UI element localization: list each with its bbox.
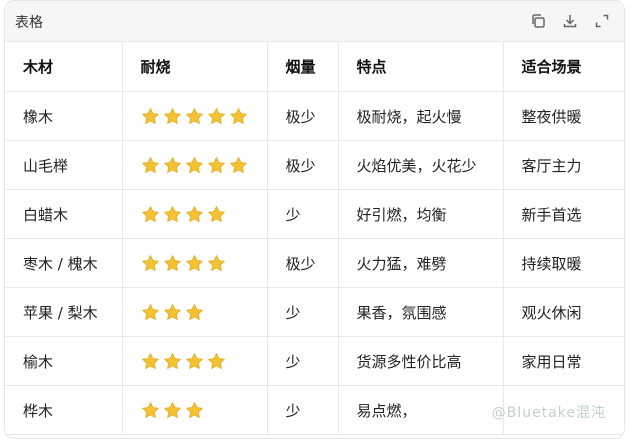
star-rating [141,156,248,175]
star-icon [185,107,204,126]
cell-scene: 新手首选 [503,189,624,239]
cell-wood: 白蜡木 [5,189,123,239]
star-icon [163,205,182,224]
star-icon [185,205,204,224]
table-title: 表格 [15,15,43,31]
cell-scene: 客厅主力 [503,140,624,190]
table-row: 白蜡木 少好引燃，均衡 新手首选 [5,189,624,239]
cell-smoke: 极少 [267,140,339,190]
cell-scene: 持续取暖 [503,238,624,288]
star-icon [163,352,182,371]
table-row: 山毛榉 极少 火焰优美，火花少 客厅主力 [5,140,624,190]
cell-feature: 火力猛，难劈 [338,238,504,288]
cell-feature: 好引燃，均衡 [338,189,504,239]
star-icon [229,107,248,126]
cell-wood: 桦木 [5,385,123,435]
star-rating [141,352,226,371]
star-rating [141,205,226,224]
cell-feature: 易点燃， [338,385,504,435]
star-rating [141,303,204,322]
star-rating [141,254,226,273]
cell-feature: 果香，氛围感 [338,287,504,337]
cell-wood: 苹果 / 梨木 [5,287,123,337]
star-icon [207,254,226,273]
star-rating [141,107,248,126]
star-icon [163,156,182,175]
star-icon [207,205,226,224]
cell-smoke: 极少 [267,91,339,141]
star-icon [185,156,204,175]
star-icon [163,401,182,420]
star-icon [229,156,248,175]
cell-smoke: 极少 [267,238,339,288]
column-header-wood: 木材 [5,42,123,92]
table-row: 橡木 极少 极耐烧，起火慢 整夜供暖 [5,91,624,141]
cell-wood: 榆木 [5,336,123,386]
cell-feature: 货源多性价比高 [338,336,504,386]
cell-smoke: 少 [267,189,339,239]
cell-feature: 火焰优美，火花少 [338,140,504,190]
star-icon [141,107,160,126]
cell-burn [122,189,268,239]
star-icon [141,303,160,322]
table-row: 榆木 少货源多性价比高 家用日常 [5,336,624,386]
toolbar-actions [530,13,610,29]
table-row: 苹果 / 梨木 少果香，氛围感 观火休闲 [5,287,624,337]
download-icon[interactable] [562,13,578,29]
cell-burn [122,140,268,190]
star-icon [207,107,226,126]
copy-icon[interactable] [530,13,546,29]
cell-burn [122,336,268,386]
wood-table: 木材 耐烧 烟量 特点 适合场景 橡木 极少 极耐烧，起火慢 整夜供暖 山毛榉 极少 火焰优… [5,42,624,435]
cell-feature: 极耐烧，起火慢 [338,91,504,141]
star-icon [141,156,160,175]
star-icon [163,254,182,273]
cell-wood: 山毛榉 [5,140,123,190]
star-icon [163,303,182,322]
cell-scene: 家用日常 [503,336,624,386]
table-card: 表格 木材 耐烧 烟量 特点 适合场景 橡木 极少 极耐烧，起火慢 整夜供暖 山… [4,0,625,439]
table-toolbar: 表格 [5,1,624,42]
star-icon [185,254,204,273]
table-header-row: 木材 耐烧 烟量 特点 适合场景 [5,42,624,92]
star-icon [185,352,204,371]
star-icon [141,254,160,273]
star-icon [163,107,182,126]
star-icon [141,205,160,224]
star-icon [141,401,160,420]
cell-wood: 橡木 [5,91,123,141]
cell-wood: 枣木 / 槐木 [5,238,123,288]
star-icon [207,352,226,371]
cell-smoke: 少 [267,385,339,435]
cell-burn [122,91,268,141]
star-icon [207,156,226,175]
expand-icon[interactable] [594,13,610,29]
cell-smoke: 少 [267,287,339,337]
star-icon [141,352,160,371]
star-icon [185,401,204,420]
table-row: 枣木 / 槐木 极少 火力猛，难劈 持续取暖 [5,238,624,288]
cell-burn [122,287,268,337]
cell-burn [122,385,268,435]
cell-scene: 整夜供暖 [503,91,624,141]
column-header-feature: 特点 [338,42,504,92]
column-header-smoke: 烟量 [267,42,339,92]
cell-smoke: 少 [267,336,339,386]
star-icon [185,303,204,322]
cell-scene [503,385,624,435]
table-row: 桦木 少易点燃， [5,385,624,435]
column-header-scene: 适合场景 [503,42,624,92]
cell-scene: 观火休闲 [503,287,624,337]
cell-burn [122,238,268,288]
column-header-burn: 耐烧 [122,42,268,92]
star-rating [141,401,204,420]
